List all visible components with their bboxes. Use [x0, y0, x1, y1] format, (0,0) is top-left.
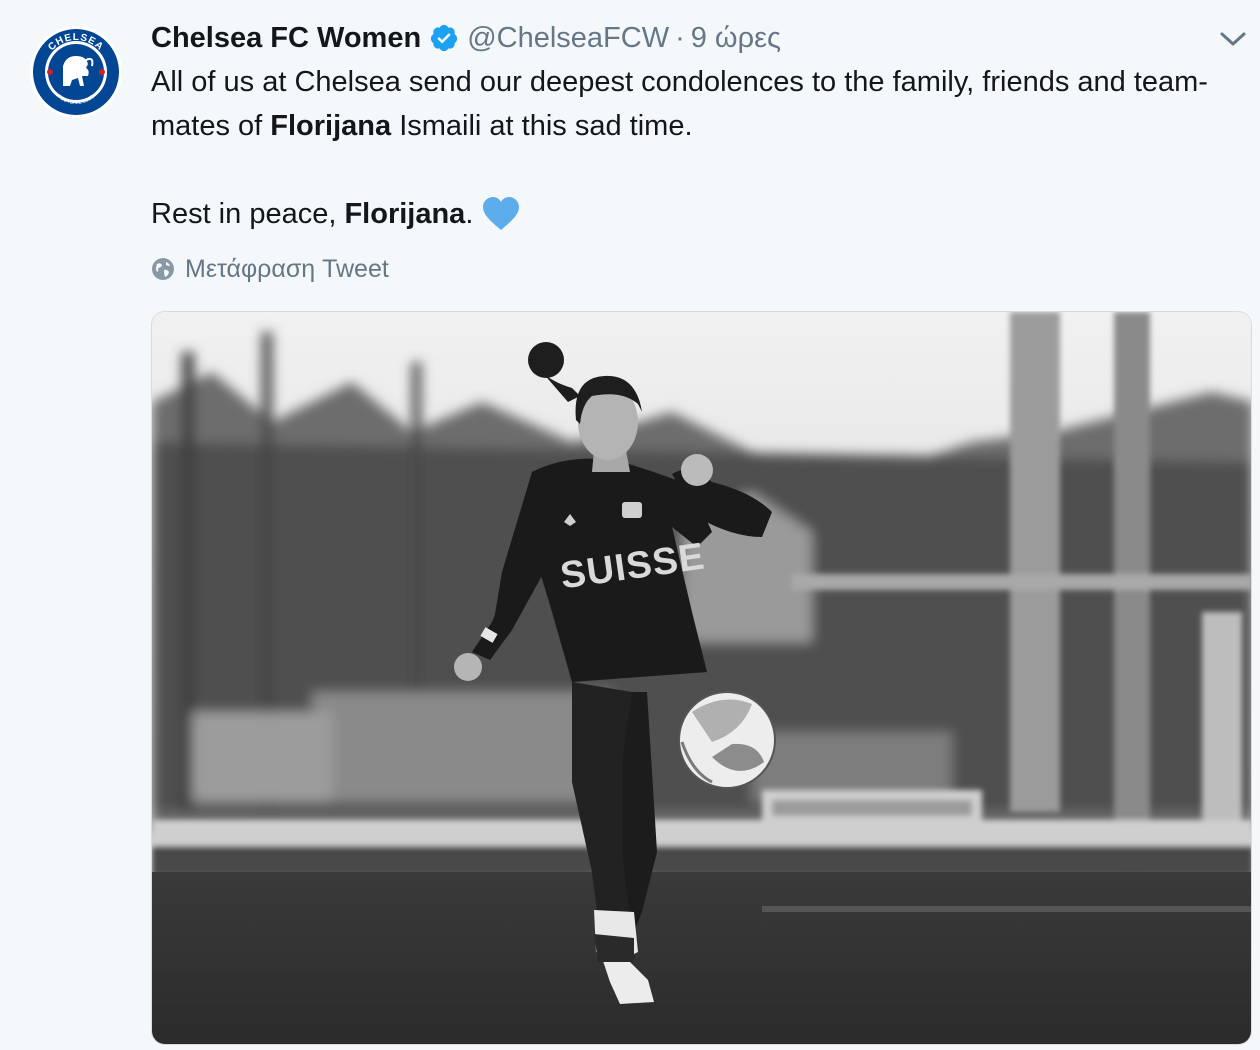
author-name[interactable]: Chelsea FC Women: [151, 22, 421, 55]
separator-dot: ·: [675, 21, 685, 54]
translate-label: Μετάφραση Tweet: [185, 254, 389, 283]
chevron-down-icon[interactable]: [1216, 24, 1250, 54]
tweet-card[interactable]: CHELSEA FOOTBALL CLUB Chelsea FC Women @…: [0, 0, 1260, 1050]
photo-player-kicking-ball: SUISSE: [152, 312, 1251, 1044]
text-bold-segment: Florijana: [270, 110, 392, 142]
text-bold-segment: Florijana: [344, 198, 466, 230]
tweet-header: Chelsea FC Women @ChelseaFCW · 9 ώρες: [151, 18, 781, 58]
tweet-text: All of us at Chelsea send our deepest co…: [151, 60, 1211, 236]
text-segment: .: [465, 198, 474, 230]
avatar[interactable]: CHELSEA FOOTBALL CLUB: [30, 26, 122, 118]
text-segment: Rest in peace,: [151, 198, 337, 230]
football: [678, 691, 776, 789]
author-handle[interactable]: @ChelseaFCW: [467, 22, 669, 55]
translate-tweet-link[interactable]: Μετάφραση Tweet: [151, 253, 389, 285]
text-segment: Ismaili at this sad time.: [391, 110, 693, 142]
tweet-photo[interactable]: SUISSE: [151, 311, 1252, 1045]
timestamp[interactable]: 9 ώρες: [691, 22, 781, 55]
verified-badge-icon: [431, 24, 458, 52]
tweet-paragraph-2: Rest in peace, Florijana.: [151, 192, 1211, 236]
blue-heart-icon: [483, 197, 520, 230]
chelsea-crest-logo: CHELSEA FOOTBALL CLUB: [30, 26, 122, 118]
tweet-paragraph-1: All of us at Chelsea send our deepest co…: [151, 60, 1211, 148]
globe-icon: [152, 258, 174, 280]
